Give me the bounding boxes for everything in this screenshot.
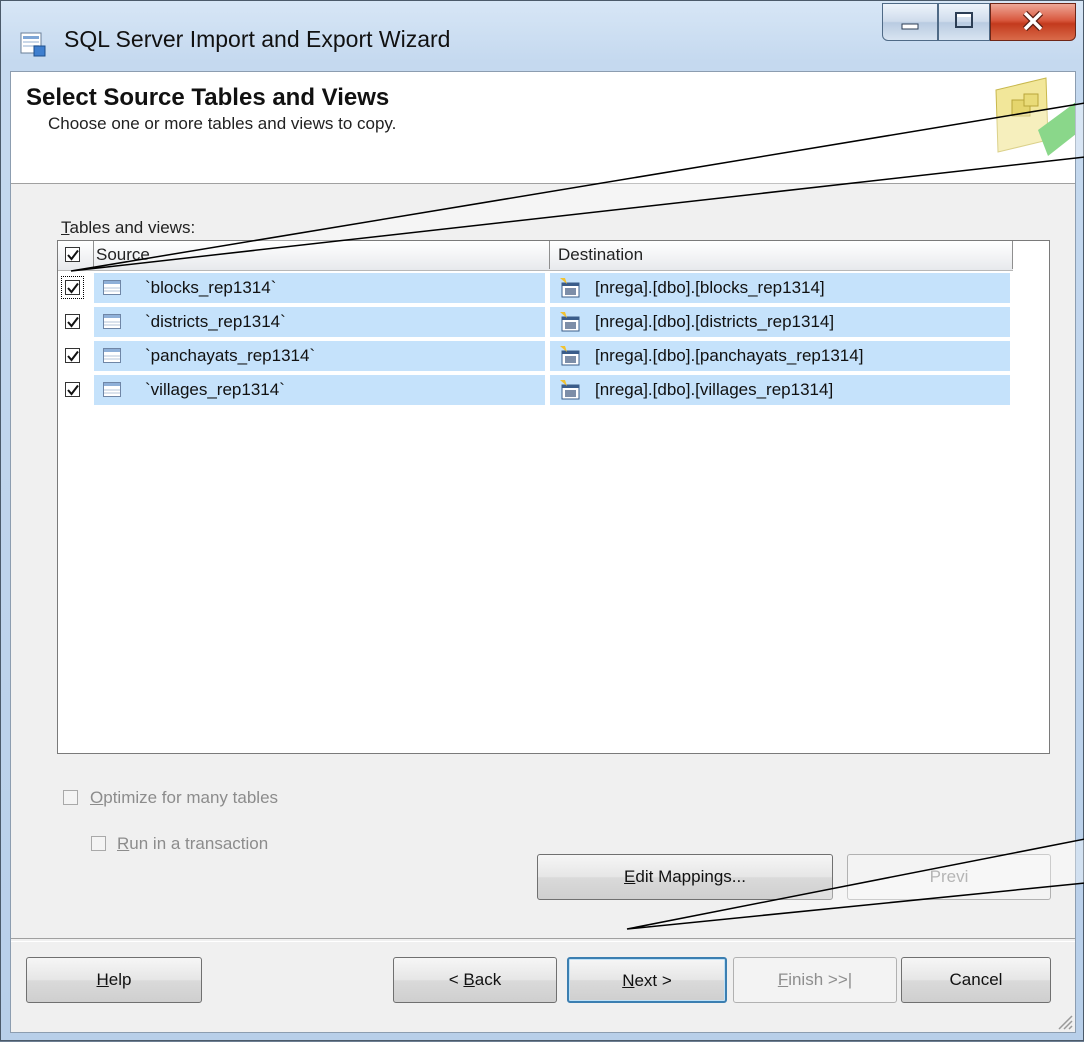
minimize-button[interactable] (882, 3, 938, 41)
back-button[interactable]: < Back (393, 957, 557, 1003)
table-icon (103, 348, 121, 363)
destination-cell[interactable]: [nrega].[dbo].[villages_rep1314] (550, 375, 1010, 405)
source-table-name: `panchayats_rep1314` (145, 346, 316, 365)
wizard-client-area: Select Source Tables and Views Choose on… (10, 71, 1076, 1033)
edit-mappings-button[interactable]: Edit Mappings... (537, 854, 833, 900)
wizard-window: SQL Server Import and Export Wizard Sele… (0, 0, 1084, 1041)
transaction-checkbox[interactable] (91, 836, 106, 851)
source-table-name: `villages_rep1314` (145, 380, 285, 399)
checkmark-icon (67, 316, 79, 328)
cancel-button[interactable]: Cancel (901, 957, 1051, 1003)
app-icon (20, 32, 46, 57)
wizard-banner-icon (995, 77, 1075, 156)
select-all-checkbox[interactable] (65, 247, 80, 262)
checkmark-icon (67, 249, 79, 261)
table-row[interactable]: `panchayats_rep1314` [nrega].[dbo].[panc… (58, 339, 1010, 373)
close-button[interactable] (990, 3, 1076, 41)
grid-header: Source Destination (58, 241, 1013, 271)
footer-divider (11, 938, 1075, 942)
row-checkbox[interactable] (65, 382, 80, 397)
destination-cell[interactable]: [nrega].[dbo].[districts_rep1314] (550, 307, 1010, 337)
page-title: Select Source Tables and Views (26, 84, 390, 111)
transaction-label: ERun in a transaction (117, 834, 269, 853)
checkmark-icon (67, 384, 79, 396)
source-table-name: `districts_rep1314` (145, 312, 286, 331)
table-icon (103, 314, 121, 329)
window-title: SQL Server Import and Export Wizard (64, 26, 451, 52)
next-button[interactable]: Next > (567, 957, 727, 1003)
resize-grip-icon[interactable] (1055, 1012, 1073, 1030)
wizard-header: Select Source Tables and Views Choose on… (11, 72, 1075, 184)
table-row[interactable]: `blocks_rep1314` [nrega].[dbo].[blocks_r… (58, 271, 1010, 305)
minimize-icon (901, 23, 919, 30)
table-icon (103, 382, 121, 397)
row-checkbox[interactable] (65, 314, 80, 329)
checkmark-icon (67, 282, 79, 294)
destination-column-header[interactable]: Destination (550, 241, 1013, 269)
finish-button[interactable]: Finish >>| (733, 957, 897, 1003)
maximize-button[interactable] (938, 3, 990, 41)
source-cell[interactable]: `villages_rep1314` (94, 375, 545, 405)
row-checkbox[interactable] (61, 276, 84, 299)
source-cell[interactable]: `blocks_rep1314` (94, 273, 545, 303)
page-subtitle: Choose one or more tables and views to c… (48, 114, 397, 133)
destination-table-name: [nrega].[dbo].[panchayats_rep1314] (595, 346, 864, 365)
destination-cell[interactable]: [nrega].[dbo].[panchayats_rep1314] (550, 341, 1010, 371)
destination-table-name: [nrega].[dbo].[blocks_rep1314] (595, 278, 825, 297)
row-checkbox[interactable] (65, 348, 80, 363)
destination-cell[interactable]: [nrega].[dbo].[blocks_rep1314] (550, 273, 1010, 303)
checkmark-icon (67, 350, 79, 362)
tables-grid[interactable]: Source Destination `blocks_rep1314` [nre… (57, 240, 1050, 754)
destination-table-name: [nrega].[dbo].[districts_rep1314] (595, 312, 835, 331)
select-all-column[interactable] (58, 241, 94, 269)
optimize-checkbox[interactable] (63, 790, 78, 805)
maximize-icon (955, 12, 973, 28)
table-row[interactable]: `villages_rep1314` [nrega].[dbo].[villag… (58, 373, 1010, 407)
table-icon (103, 280, 121, 295)
destination-table-name: [nrega].[dbo].[villages_rep1314] (595, 380, 834, 399)
source-table-name: `blocks_rep1314` (145, 278, 277, 297)
source-cell[interactable]: `districts_rep1314` (94, 307, 545, 337)
title-bar[interactable]: SQL Server Import and Export Wizard (1, 1, 1084, 71)
table-row[interactable]: `districts_rep1314` [nrega].[dbo].[distr… (58, 305, 1010, 339)
source-cell[interactable]: `panchayats_rep1314` (94, 341, 545, 371)
new-table-icon (560, 380, 580, 400)
close-icon (1022, 10, 1044, 32)
optimize-label: Optimize for many tables (90, 788, 279, 807)
source-column-header[interactable]: Source (94, 241, 550, 269)
new-table-icon (560, 346, 580, 366)
preview-button[interactable]: Previ (847, 854, 1051, 900)
new-table-icon (560, 278, 580, 298)
help-button[interactable]: Help (26, 957, 202, 1003)
new-table-icon (560, 312, 580, 332)
tables-and-views-label: Tables and views: (61, 218, 196, 237)
